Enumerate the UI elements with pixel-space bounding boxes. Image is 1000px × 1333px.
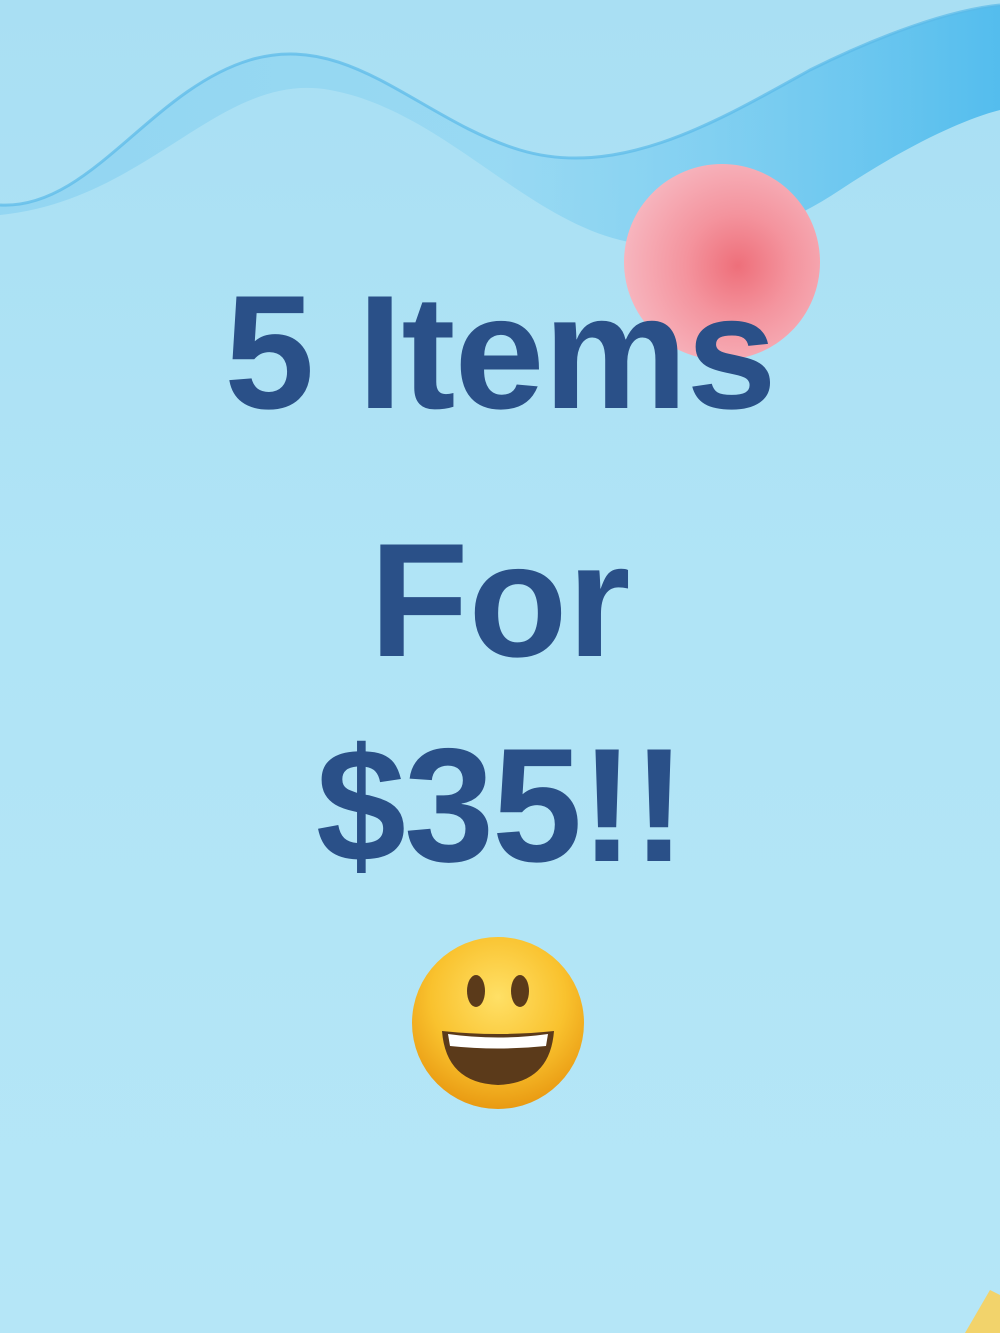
smiley-face-icon	[408, 933, 588, 1113]
corner-accent	[965, 1290, 1000, 1333]
promo-line-price: $35!!	[315, 715, 686, 896]
promo-line-for: For	[369, 510, 631, 691]
ribbon-wave	[0, 5, 1000, 247]
promo-graphic: 5 Items For $35!!	[0, 0, 1000, 1333]
promo-line-quantity: 5 Items	[224, 262, 776, 443]
